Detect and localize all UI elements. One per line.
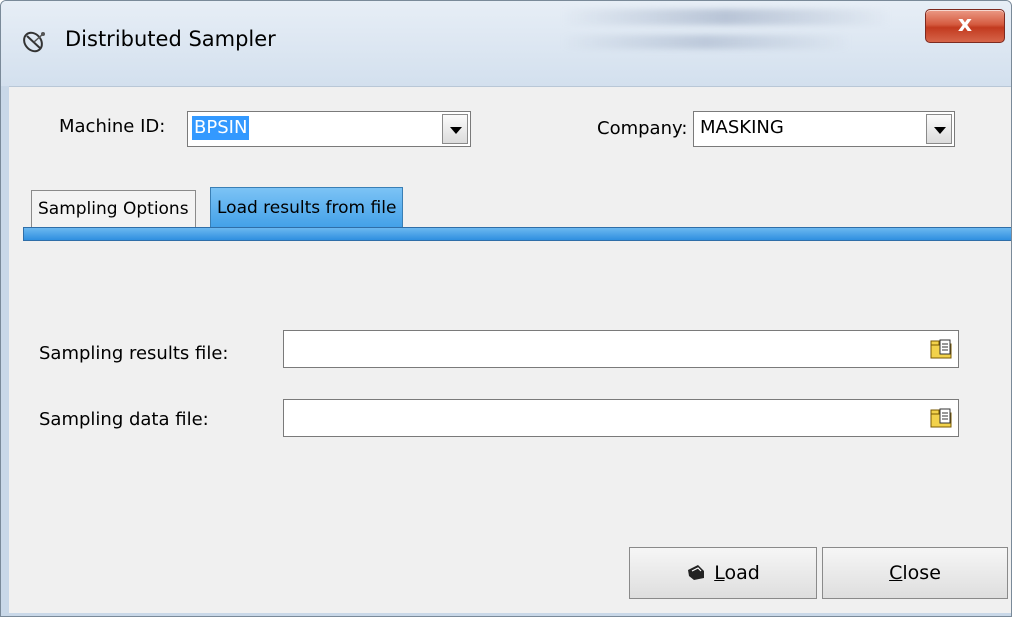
title-bar[interactable]: Distributed Sampler x <box>1 1 1011 86</box>
tab-label: Load results from file <box>217 198 397 218</box>
load-button[interactable]: Load <box>629 547 817 599</box>
load-mnemonic: L <box>714 562 725 584</box>
close-button[interactable]: Close <box>822 547 1008 599</box>
close-mnemonic: C <box>889 562 903 584</box>
tab-sampling-options[interactable]: Sampling Options <box>31 190 196 228</box>
window-title: Distributed Sampler <box>65 27 276 51</box>
company-dropdown[interactable]: MASKING <box>693 111 955 147</box>
data-file-label: Sampling data file: <box>39 409 209 430</box>
close-icon: x <box>957 12 973 37</box>
close-window-button[interactable]: x <box>925 9 1005 43</box>
open-folder-icon[interactable] <box>930 338 952 360</box>
machine-id-label: Machine ID: <box>59 116 166 137</box>
company-value: MASKING <box>700 117 784 138</box>
dialog-window: Distributed Sampler x Machine ID: BPSIN … <box>0 0 1012 617</box>
tab-load-results-from-file[interactable]: Load results from file <box>210 187 404 228</box>
satellite-dish-icon <box>23 31 45 53</box>
hand-load-icon <box>688 564 705 580</box>
dialog-body: Machine ID: BPSIN Company: MASKING Sampl… <box>9 86 1011 613</box>
chevron-down-icon[interactable] <box>926 114 952 144</box>
blurred-background <box>561 9 891 25</box>
tab-label: Sampling Options <box>38 199 189 219</box>
results-file-input[interactable] <box>283 330 959 368</box>
chevron-down-icon[interactable] <box>442 114 468 144</box>
machine-id-dropdown[interactable]: BPSIN <box>187 111 471 147</box>
machine-id-value: BPSIN <box>192 116 250 140</box>
tab-panel-header <box>23 227 1011 241</box>
close-label: lose <box>902 562 941 584</box>
blurred-background <box>561 35 851 49</box>
company-label: Company: <box>597 118 688 139</box>
data-file-input[interactable] <box>283 399 959 437</box>
load-label: oad <box>724 562 760 584</box>
results-file-label: Sampling results file: <box>39 343 229 364</box>
open-folder-icon[interactable] <box>930 407 952 429</box>
